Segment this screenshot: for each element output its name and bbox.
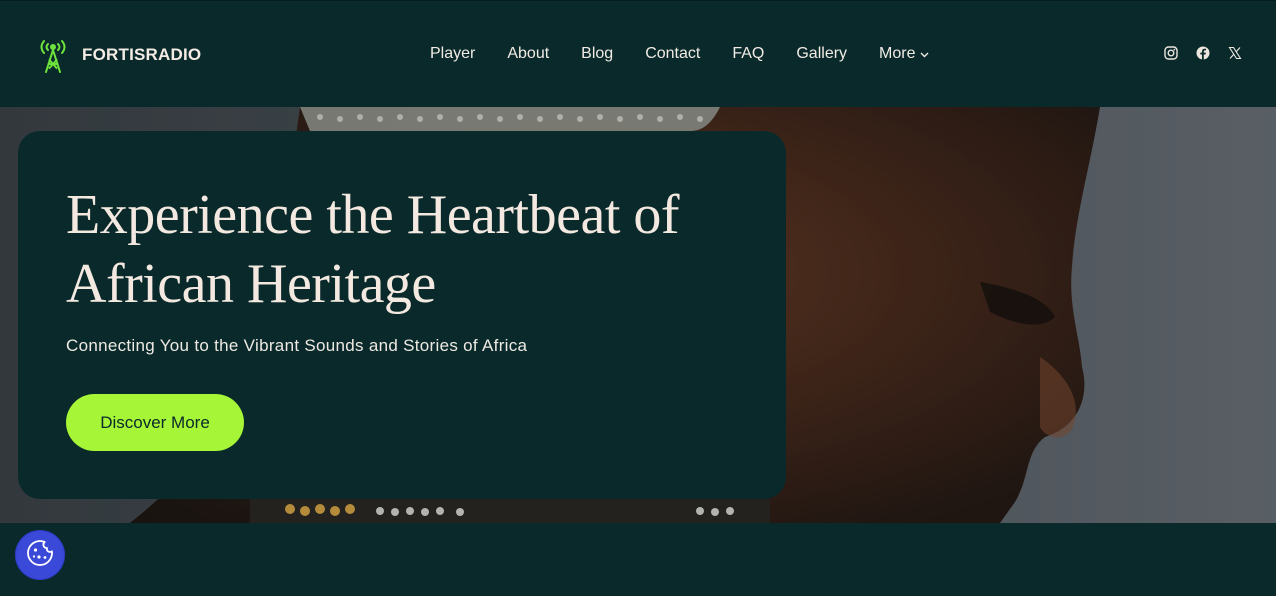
nav-item-gallery[interactable]: Gallery [796,45,847,63]
nav-item-more[interactable]: More [879,45,928,63]
logo[interactable]: FORTISRADIO [38,37,201,73]
nav-more-label: More [879,45,916,62]
cookie-settings-button[interactable] [15,530,65,580]
x-icon[interactable] [1228,46,1242,60]
site-header: FORTISRADIO Player About Blog Contact FA… [0,0,1276,107]
brand-name: FORTISRADIO [82,45,202,64]
nav-item-about[interactable]: About [507,45,549,63]
hero-card: Experience the Heartbeat of African Heri… [18,131,786,499]
next-section [0,523,1276,596]
chevron-down-icon [920,45,929,63]
instagram-icon[interactable] [1164,46,1178,60]
social-links [1164,46,1242,60]
facebook-icon[interactable] [1196,46,1210,60]
nav-item-blog[interactable]: Blog [581,45,613,63]
nav-item-player[interactable]: Player [430,45,475,63]
hero-section: Experience the Heartbeat of African Heri… [0,107,1276,523]
hero-title: Experience the Heartbeat of African Heri… [66,184,680,315]
radio-tower-icon [38,37,68,73]
hero-subtitle: Connecting You to the Vibrant Sounds and… [66,336,528,355]
cookie-icon [25,538,55,573]
main-nav: Player About Blog Contact FAQ Gallery Mo… [430,45,929,63]
nav-item-faq[interactable]: FAQ [732,45,764,63]
discover-more-button[interactable]: Discover More [66,394,244,451]
nav-item-contact[interactable]: Contact [645,45,700,63]
